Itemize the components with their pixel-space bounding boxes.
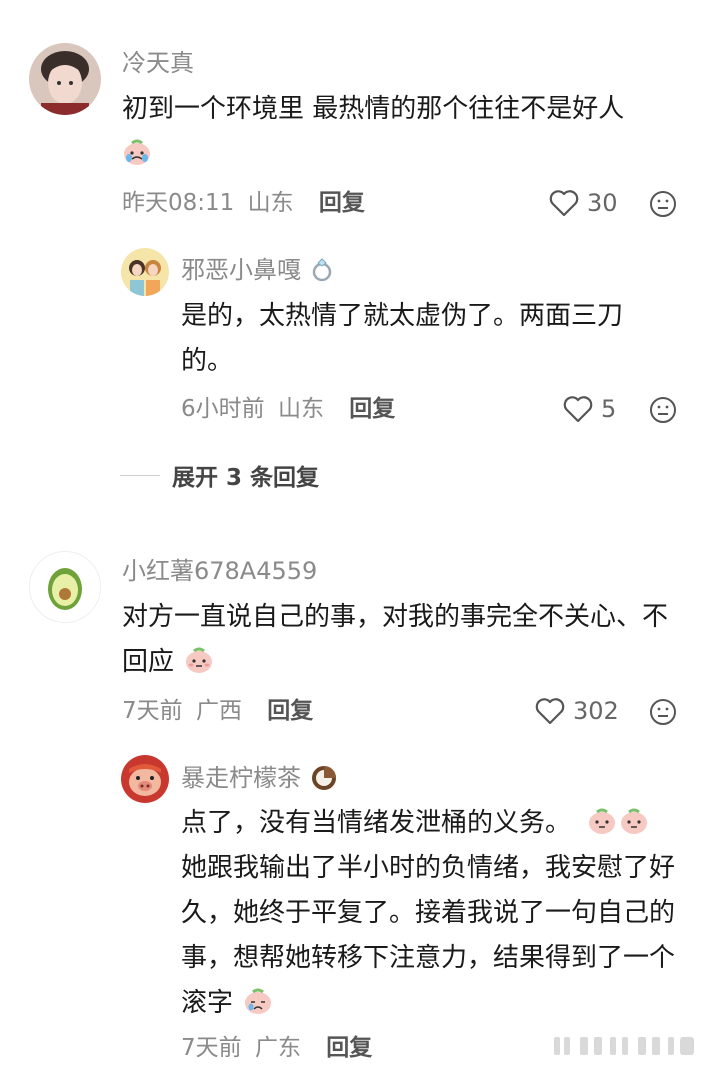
emoji-reaction-icon[interactable]	[649, 698, 677, 726]
avatar[interactable]	[29, 43, 101, 115]
comment-meta: 昨天08:11 山东 回复	[122, 188, 365, 218]
like-count: 5	[601, 395, 617, 423]
avatar[interactable]	[121, 755, 169, 803]
expand-replies-button[interactable]: 展开 3 条回复	[120, 458, 319, 492]
reply-button[interactable]: 回复	[319, 190, 365, 216]
comment-meta: 7天前 广东 回复	[181, 1033, 372, 1063]
heart-icon	[549, 190, 579, 217]
emoji-reaction-icon[interactable]	[649, 396, 677, 424]
comment-meta: 7天前 广西 回复	[122, 696, 313, 726]
pink-face-emoji	[186, 647, 213, 673]
comment-meta: 6小时前 山东 回复	[181, 394, 395, 424]
ring-icon	[312, 258, 331, 282]
reply-button[interactable]: 回复	[349, 396, 395, 422]
avatar[interactable]	[121, 248, 169, 296]
comment-text: 初到一个环境里 最热情的那个往往不是好人	[122, 87, 682, 177]
like-button[interactable]: 5	[563, 394, 616, 424]
location: 山东	[277, 396, 324, 422]
reply-text: 点了，没有当情绪发泄桶的义务。 她跟我输出了半小时的负情绪，我安慰了好久，她终于…	[181, 801, 686, 1026]
like-count: 302	[573, 697, 619, 725]
reply-text-line-1: 点了，没有当情绪发泄桶的义务。	[181, 808, 572, 838]
location: 山东	[247, 190, 294, 216]
username[interactable]: 邪恶小鼻嘎	[181, 256, 335, 284]
comment-text: 对方一直说自己的事，对我的事完全不关心、不回应	[122, 595, 682, 685]
timestamp: 7天前	[122, 698, 183, 724]
pink-face-emoji	[621, 808, 648, 834]
heart-icon	[535, 698, 565, 725]
timestamp: 6小时前	[181, 396, 265, 422]
reply-button[interactable]: 回复	[267, 698, 313, 724]
reply-button[interactable]: 回复	[326, 1035, 372, 1061]
timestamp: 7天前	[181, 1035, 242, 1061]
username-text: 暴走柠檬茶	[181, 764, 301, 792]
location: 广东	[254, 1035, 301, 1061]
crying-face-emoji	[124, 139, 150, 165]
location: 广西	[195, 698, 242, 724]
comment-text-body: 初到一个环境里 最热情的那个往往不是好人	[122, 94, 625, 124]
username[interactable]: 冷天真	[122, 49, 194, 77]
coconut-icon	[311, 766, 336, 790]
pink-face-emoji	[589, 808, 616, 834]
crying-face-emoji	[245, 988, 272, 1014]
username-text: 邪恶小鼻嘎	[181, 256, 301, 284]
divider-line	[120, 474, 160, 476]
emoji-reaction-icon[interactable]	[649, 190, 677, 218]
heart-icon	[563, 396, 593, 423]
username[interactable]: 暴走柠檬茶	[181, 763, 339, 792]
timestamp: 昨天08:11	[122, 190, 235, 216]
username[interactable]: 小红薯678A4559	[122, 557, 317, 585]
reply-text: 是的，太热情了就太虚伪了。两面三刀的。	[181, 301, 624, 376]
expand-replies-label: 展开 3 条回复	[172, 465, 320, 491]
like-button[interactable]: 30	[549, 188, 618, 218]
watermark-logo	[554, 1037, 694, 1055]
avatar[interactable]	[29, 551, 101, 623]
like-count: 30	[587, 189, 618, 217]
like-button[interactable]: 302	[535, 696, 619, 726]
